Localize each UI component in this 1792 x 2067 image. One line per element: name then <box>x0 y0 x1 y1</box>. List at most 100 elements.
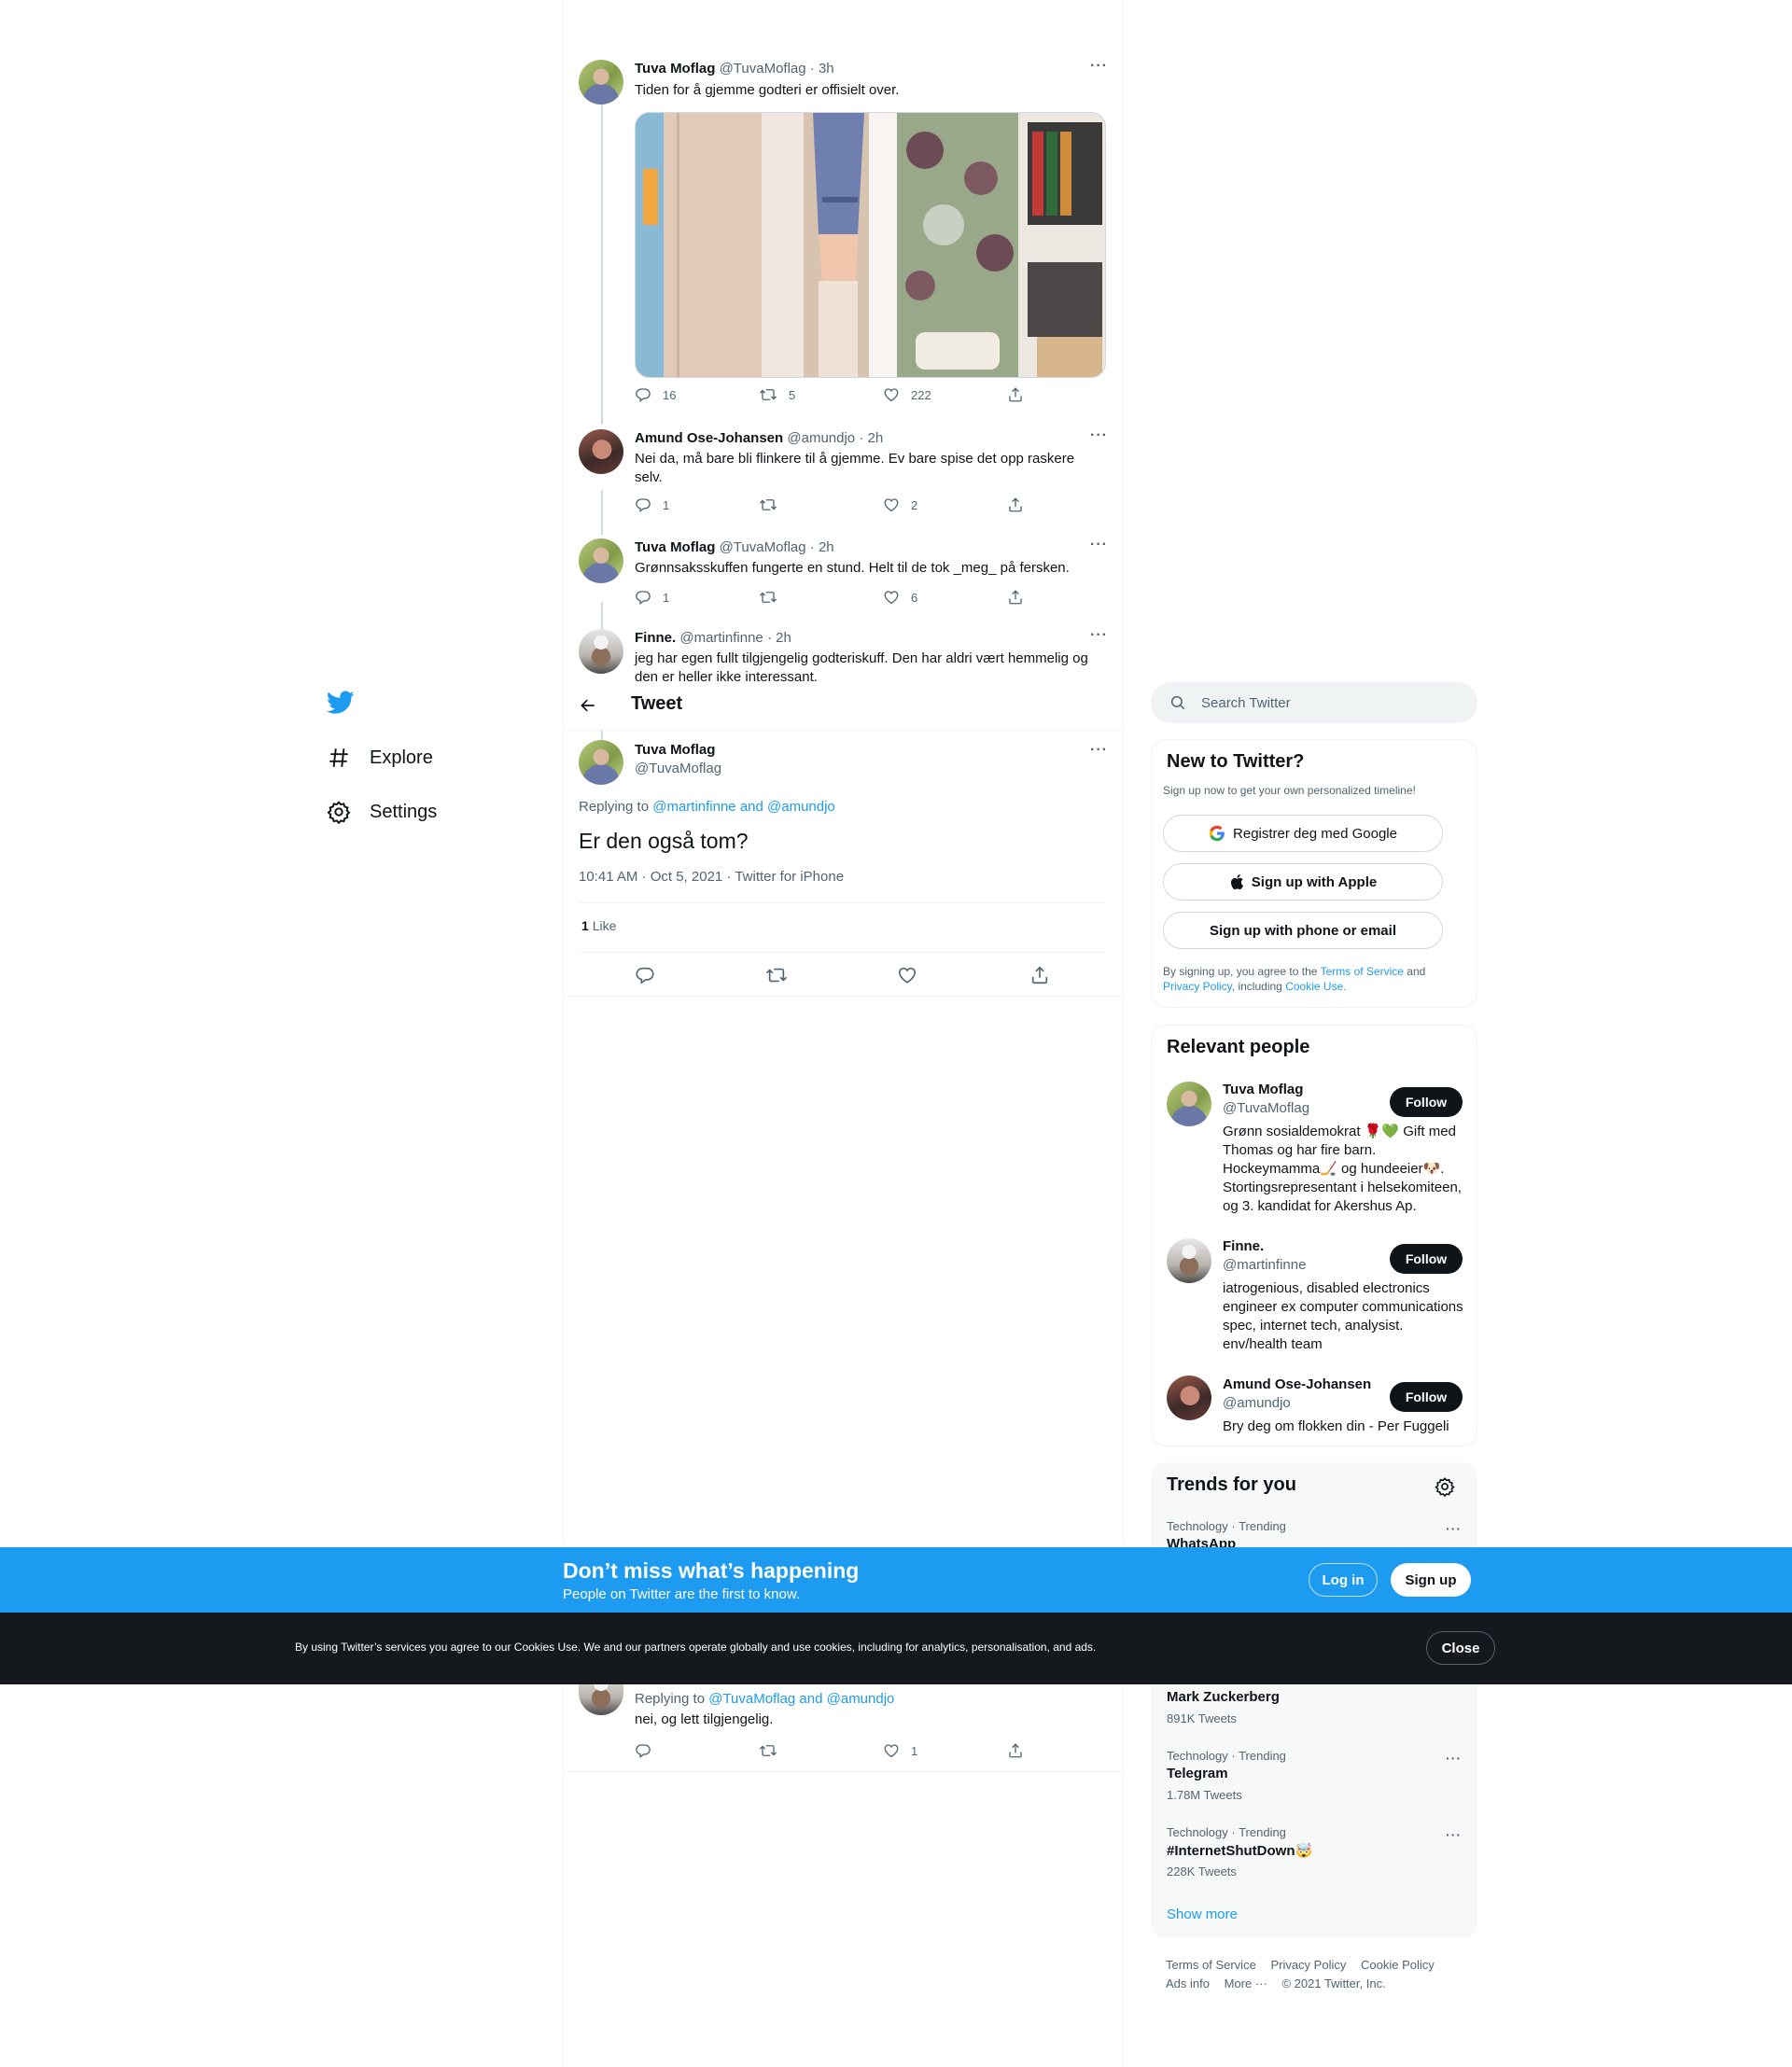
phone-email-signup-button[interactable]: Sign up with phone or email <box>1163 912 1443 949</box>
author-name[interactable]: Amund Ose-Johansen <box>635 430 783 446</box>
person-bio: Grønn sosialdemokrat 🌹💚 Gift med Thomas … <box>1223 1124 1462 1214</box>
login-button[interactable]: Log in <box>1309 1563 1378 1597</box>
heart-icon <box>883 589 900 606</box>
terms-link[interactable]: Terms of Service <box>1321 965 1404 978</box>
reply-button[interactable]: 1 <box>635 496 759 513</box>
search-input[interactable]: Search Twitter <box>1151 682 1477 723</box>
share-button[interactable] <box>1007 1742 1024 1759</box>
reply-button[interactable] <box>635 1742 759 1759</box>
tweet-text: Tiden for å gjemme godteri er offisielt … <box>635 82 900 98</box>
share-button[interactable] <box>1007 589 1024 606</box>
like-button[interactable]: 1 <box>883 1742 1007 1759</box>
main-column-left-border <box>563 0 564 2067</box>
more-icon[interactable]: ··· <box>1090 58 1108 75</box>
author-handle[interactable]: @amundjo <box>787 430 855 446</box>
main-tweet-text: Er den også tom? <box>579 829 749 853</box>
twitter-logo-icon[interactable] <box>327 691 355 715</box>
retweet-button[interactable] <box>759 1742 883 1759</box>
author-handle[interactable]: @martinfinne <box>679 630 763 646</box>
more-icon[interactable]: ··· <box>1446 1827 1462 1842</box>
footer-link[interactable]: Privacy Policy <box>1270 1958 1346 1972</box>
close-button[interactable]: Close <box>1426 1631 1495 1665</box>
like-button[interactable]: 6 <box>883 589 1007 606</box>
share-icon[interactable] <box>1029 965 1050 985</box>
footer-link[interactable]: More ··· <box>1225 1976 1267 1990</box>
reply-button[interactable]: 16 <box>635 386 759 403</box>
person-handle[interactable]: @martinfinne <box>1223 1257 1306 1273</box>
author-handle[interactable]: @TuvaMoflag <box>635 761 721 776</box>
reply-button[interactable]: 1 <box>635 589 759 606</box>
tweet-time[interactable]: · 2h <box>810 539 834 555</box>
nav-settings[interactable]: Settings <box>327 800 437 824</box>
google-signup-button[interactable]: Registrer deg med Google <box>1163 815 1443 852</box>
heart-icon[interactable] <box>897 965 917 985</box>
footer-link[interactable]: Ads info <box>1166 1976 1210 1990</box>
author-handle[interactable]: @TuvaMoflag <box>720 61 806 77</box>
retweet-button[interactable]: 5 <box>759 386 883 403</box>
share-button[interactable] <box>1007 386 1024 403</box>
tweet-time[interactable]: · 3h <box>810 61 834 77</box>
cookie-text: By using Twitter’s services you agree to… <box>295 1641 1097 1654</box>
retweet-icon[interactable] <box>765 965 788 985</box>
back-arrow-icon[interactable] <box>579 696 597 715</box>
footer-link[interactable]: Cookie Policy <box>1361 1958 1435 1972</box>
avatar[interactable] <box>579 60 623 105</box>
follow-button[interactable]: Follow <box>1390 1382 1463 1412</box>
more-icon[interactable]: ··· <box>1090 427 1108 444</box>
follow-button[interactable]: Follow <box>1390 1244 1463 1274</box>
signup-button[interactable]: Sign up <box>1391 1563 1471 1597</box>
apple-signup-button[interactable]: Sign up with Apple <box>1163 863 1443 901</box>
retweet-button[interactable] <box>759 496 883 513</box>
tweet-text: Grønnsaksskuffen fungerte en stund. Helt… <box>635 560 1070 576</box>
avatar[interactable] <box>1167 1376 1211 1420</box>
avatar[interactable] <box>1167 1082 1211 1126</box>
reply-icon <box>635 589 651 606</box>
reply-icon[interactable] <box>635 965 655 985</box>
more-icon[interactable]: ··· <box>1090 537 1108 553</box>
search-icon <box>1169 694 1186 711</box>
nav-settings-label: Settings <box>370 801 438 822</box>
nav-explore[interactable]: Explore <box>327 746 433 770</box>
tweet-timestamp[interactable]: 10:41 AM · Oct 5, 2021 · Twitter for iPh… <box>579 869 844 885</box>
person-name[interactable]: Tuva Moflag <box>1223 1082 1303 1097</box>
share-button[interactable] <box>1007 496 1024 513</box>
avatar[interactable] <box>579 538 623 583</box>
more-icon[interactable]: ··· <box>1090 742 1108 759</box>
author-name[interactable]: Tuva Moflag <box>635 539 715 555</box>
avatar[interactable] <box>579 429 623 474</box>
author-handle[interactable]: @TuvaMoflag <box>720 539 806 555</box>
person-handle[interactable]: @amundjo <box>1223 1395 1291 1411</box>
author-name[interactable]: Finne. <box>635 630 676 646</box>
avatar[interactable] <box>579 629 623 674</box>
more-icon[interactable]: ··· <box>1446 1751 1462 1766</box>
gear-icon[interactable] <box>1435 1476 1455 1497</box>
more-icon[interactable]: ··· <box>1446 1521 1462 1536</box>
follow-button[interactable]: Follow <box>1390 1087 1463 1117</box>
tweet-time[interactable]: · 2h <box>767 630 791 646</box>
likes-summary[interactable]: 1 Like <box>581 918 616 933</box>
replying-to-links[interactable]: @martinfinne and @amundjo <box>652 799 835 815</box>
retweet-button[interactable] <box>759 589 883 606</box>
author-name[interactable]: Tuva Moflag <box>635 742 715 758</box>
footer-link[interactable]: Terms of Service <box>1166 1958 1256 1972</box>
privacy-link[interactable]: Privacy Policy <box>1163 980 1232 993</box>
avatar[interactable] <box>579 1684 623 1715</box>
avatar[interactable] <box>1167 1238 1211 1283</box>
person-handle[interactable]: @TuvaMoflag <box>1223 1100 1309 1116</box>
author-name[interactable]: Tuva Moflag <box>635 61 715 77</box>
more-icon[interactable]: ··· <box>1090 627 1108 644</box>
reply-icon <box>635 386 651 403</box>
tweet-time[interactable]: · 2h <box>859 430 883 446</box>
avatar[interactable] <box>579 740 623 785</box>
thread-tweet[interactable]: Finne. @martinfinne · 2h ··· jeg har ege… <box>564 616 1123 681</box>
show-more-link[interactable]: Show more <box>1167 1906 1238 1922</box>
person-name[interactable]: Finne. <box>1223 1238 1264 1254</box>
cookie-link[interactable]: Cookie Use. <box>1285 980 1346 993</box>
like-button[interactable]: 222 <box>883 386 1007 403</box>
person-name[interactable]: Amund Ose-Johansen <box>1223 1376 1371 1392</box>
tweet-photo[interactable] <box>635 112 1106 378</box>
like-button[interactable]: 2 <box>883 496 1007 513</box>
signup-subtitle: Sign up now to get your own personalized… <box>1163 784 1416 797</box>
apple-icon <box>1229 873 1244 890</box>
replying-to-links[interactable]: @TuvaMoflag and @amundjo <box>708 1691 894 1707</box>
